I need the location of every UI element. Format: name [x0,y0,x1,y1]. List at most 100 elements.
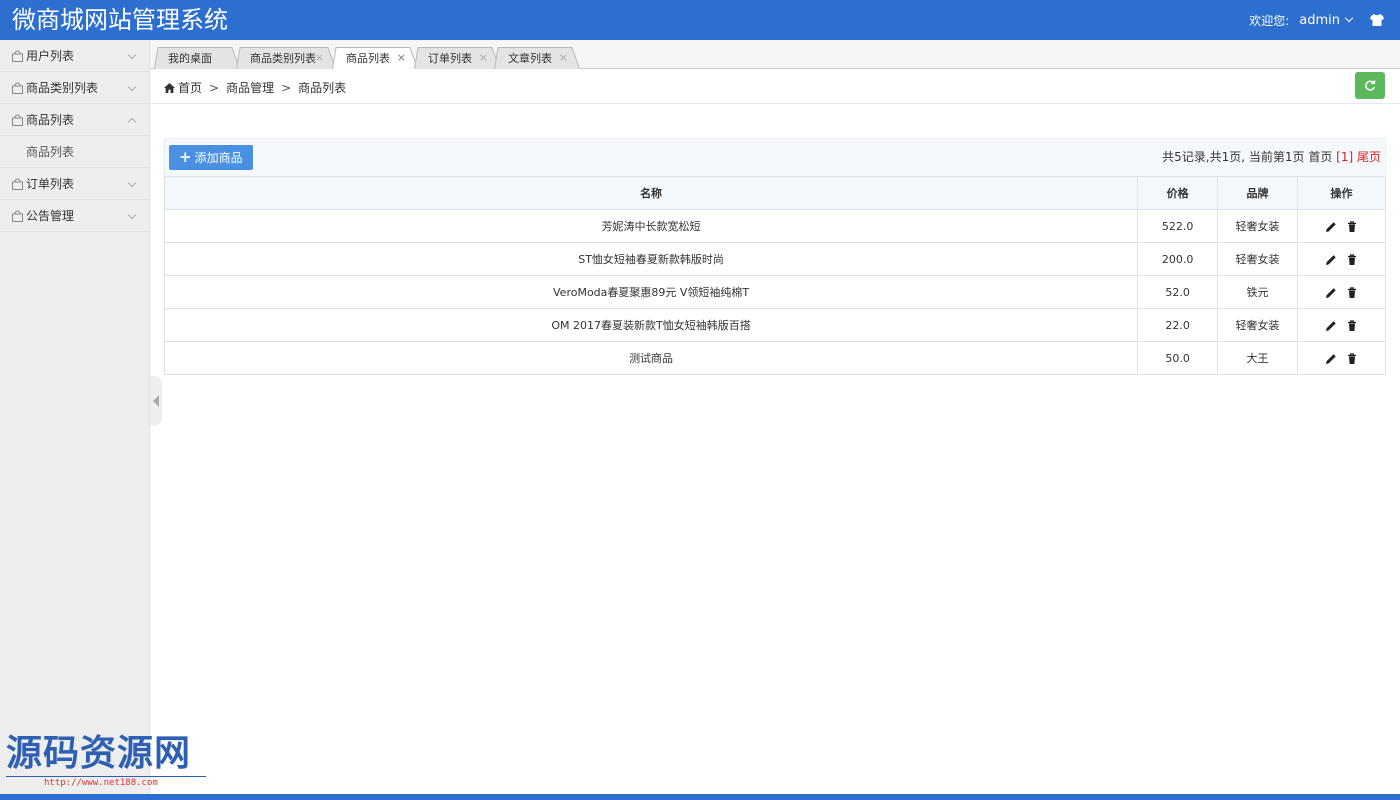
product-table: 名称 价格 品牌 操作 芳妮涛中长款宽松短 522.0 轻奢女装 ST恤女短袖春… [163,176,1386,375]
sidebar-item-label: 用户列表 [26,49,75,63]
watermark: 源码资源网 http://www.net188.com [6,732,206,788]
sidebar-collapse-handle[interactable] [150,376,162,426]
welcome-text: 欢迎您: [1249,13,1290,28]
tab-order-list[interactable]: 订单列表 × [414,47,500,69]
tab-label: 我的桌面 [168,52,212,65]
pager-last[interactable]: 尾页 [1357,150,1381,164]
cell-name: ST恤女短袖春夏新款韩版时尚 [163,242,1139,276]
table-header-row: 名称 价格 品牌 操作 [163,176,1386,210]
bag-icon [12,210,23,222]
chevron-down-icon [127,178,137,188]
home-icon [164,82,175,93]
cell-actions [1297,209,1386,243]
list-toolbar: + 添加商品 共5记录,共1页, 当前第1页 首页 [1] 尾页 [164,138,1386,176]
sidebar-item-orders[interactable]: 订单列表 [0,168,149,200]
tab-article-list[interactable]: 文章列表 × [494,47,580,69]
cell-brand: 轻奢女装 [1217,242,1299,276]
chevron-left-icon [153,395,159,407]
bag-icon [12,50,23,62]
cell-name: OM 2017春夏装新款T恤女短袖韩版百搭 [163,308,1139,342]
chevron-up-icon [127,117,137,127]
trash-icon[interactable] [1346,286,1358,299]
chevron-down-icon[interactable] [1344,13,1354,23]
pager-current[interactable]: [1] [1336,150,1353,164]
trash-icon[interactable] [1346,253,1358,266]
close-icon[interactable]: × [315,51,324,64]
pager-first[interactable]: 首页 [1308,150,1332,164]
edit-icon[interactable] [1325,353,1337,365]
shirt-icon[interactable] [1370,14,1384,26]
plus-icon: + [179,148,192,166]
breadcrumb-current: 商品列表 [298,81,347,95]
sidebar-item-products[interactable]: 商品列表 [0,104,149,136]
cell-price: 52.0 [1137,275,1219,309]
table-row: 测试商品 50.0 大王 [163,341,1386,375]
cell-name: VeroModa春夏聚惠89元 V领短袖纯棉T [163,275,1139,309]
cell-actions [1297,308,1386,342]
tab-category-list[interactable]: 商品类别列表 × [236,47,336,69]
cell-actions [1297,275,1386,309]
cell-brand: 大王 [1217,341,1299,375]
footer-bar [0,794,1400,800]
sidebar: 用户列表 商品类别列表 商品列表 商品列表 订单列表 公告管理 [0,40,150,794]
app-title: 微商城网站管理系统 [12,6,228,34]
cell-price: 22.0 [1137,308,1219,342]
cell-brand: 轻奢女装 [1217,308,1299,342]
breadcrumb-product-management[interactable]: 商品管理 [226,79,274,96]
breadcrumb-home[interactable]: 首页 [178,79,202,96]
sidebar-item-categories[interactable]: 商品类别列表 [0,72,149,104]
sidebar-item-label: 商品列表 [26,113,75,127]
edit-icon[interactable] [1325,221,1337,233]
breadcrumb-bar: 首页 > 商品管理 > 商品列表 [150,69,1400,104]
bag-icon [12,82,23,94]
column-header-brand: 品牌 [1217,176,1299,210]
refresh-button[interactable] [1355,72,1385,99]
watermark-title: 源码资源网 [6,732,192,774]
breadcrumb-separator: > [281,80,292,95]
table-row: 芳妮涛中长款宽松短 522.0 轻奢女装 [163,209,1386,243]
sidebar-item-announcements[interactable]: 公告管理 [0,200,149,232]
table-row: ST恤女短袖春夏新款韩版时尚 200.0 轻奢女装 [163,242,1386,276]
watermark-divider [6,776,206,777]
sidebar-subitem-product-list[interactable]: 商品列表 [0,136,149,168]
trash-icon[interactable] [1346,220,1358,233]
cell-brand: 铁元 [1217,275,1299,309]
tab-label: 文章列表 [508,52,552,65]
breadcrumb: 首页 > 商品管理 > 商品列表 [164,79,346,96]
edit-icon[interactable] [1325,287,1337,299]
sidebar-subitem-label: 商品列表 [26,145,75,159]
cell-price: 50.0 [1137,341,1219,375]
table-row: VeroModa春夏聚惠89元 V领短袖纯棉T 52.0 铁元 [163,275,1386,309]
add-product-button[interactable]: + 添加商品 [169,145,253,170]
tab-desktop[interactable]: 我的桌面 [154,47,240,69]
top-header: 微商城网站管理系统 欢迎您: admin [0,0,1400,40]
column-header-name: 名称 [163,176,1139,210]
sidebar-item-label: 公告管理 [26,209,75,223]
user-menu[interactable]: admin [1299,13,1340,28]
cell-name: 芳妮涛中长款宽松短 [163,209,1139,243]
cell-actions [1297,242,1386,276]
tab-product-list[interactable]: 商品列表 × [332,47,418,69]
cell-price: 522.0 [1137,209,1219,243]
cell-price: 200.0 [1137,242,1219,276]
chevron-down-icon [127,82,137,92]
close-icon[interactable]: × [559,51,568,64]
user-bar: 欢迎您: admin [1249,0,1384,40]
sidebar-item-label: 订单列表 [26,177,75,191]
pager-summary: 共5记录,共1页, 当前第1页 [1162,150,1305,164]
sidebar-item-users[interactable]: 用户列表 [0,40,149,72]
cell-actions [1297,341,1386,375]
trash-icon[interactable] [1346,352,1358,365]
pagination: 共5记录,共1页, 当前第1页 首页 [1] 尾页 [1162,148,1381,165]
tab-label: 订单列表 [428,52,472,65]
bag-icon [12,178,23,190]
bag-icon [12,114,23,126]
close-icon[interactable]: × [479,51,488,64]
edit-icon[interactable] [1325,320,1337,332]
main-content: + 添加商品 共5记录,共1页, 当前第1页 首页 [1] 尾页 名称 价格 品… [163,138,1386,375]
column-header-price: 价格 [1137,176,1219,210]
trash-icon[interactable] [1346,319,1358,332]
close-icon[interactable]: × [397,51,406,64]
edit-icon[interactable] [1325,254,1337,266]
watermark-url: http://www.net188.com [44,778,158,788]
